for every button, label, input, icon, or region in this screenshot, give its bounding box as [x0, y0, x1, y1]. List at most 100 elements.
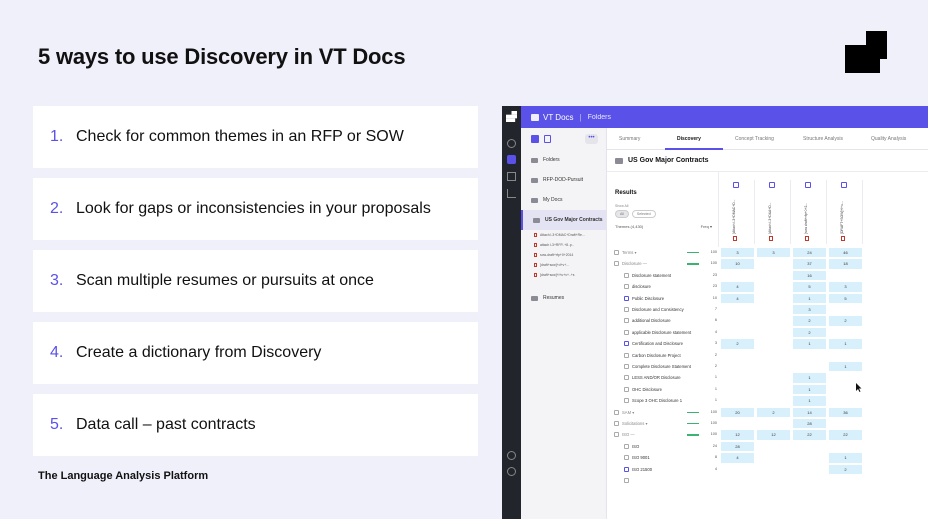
- theme-checkbox[interactable]: [614, 409, 619, 415]
- table-row[interactable]: ISO ― 100 12 12 22 22: [607, 429, 928, 440]
- home-icon[interactable]: [507, 139, 516, 148]
- folder-icon[interactable]: [507, 155, 516, 164]
- theme-checkbox[interactable]: [624, 352, 629, 358]
- occurrence-cell[interactable]: 2: [829, 464, 862, 474]
- table-row[interactable]: Carbon Disclosure Project 2: [607, 350, 928, 361]
- theme-checkbox[interactable]: [624, 284, 629, 290]
- document-checkbox[interactable]: [805, 182, 811, 188]
- occurrence-cell[interactable]: 1: [829, 339, 862, 349]
- occurrence-cell[interactable]: 20: [721, 407, 754, 417]
- table-row[interactable]: ISO 24 28: [607, 441, 928, 452]
- occurrence-cell[interactable]: 3: [829, 282, 862, 292]
- theme-checkbox[interactable]: [624, 295, 629, 301]
- theme-checkbox[interactable]: [624, 478, 629, 483]
- new-document-icon[interactable]: [544, 135, 551, 143]
- filter-selected-button[interactable]: Selected: [631, 210, 656, 218]
- theme-checkbox[interactable]: [624, 443, 629, 449]
- occurrence-cell[interactable]: 1: [829, 453, 862, 463]
- document-checkbox[interactable]: [841, 182, 847, 188]
- tab-discovery[interactable]: Discovery: [665, 128, 723, 150]
- theme-checkbox[interactable]: [614, 250, 619, 255]
- theme-checkbox[interactable]: [624, 398, 629, 404]
- sidebar-item-folders[interactable]: Folders: [521, 150, 606, 170]
- more-options-button[interactable]: •••: [585, 134, 598, 144]
- occurrence-cell[interactable]: 4: [721, 453, 754, 463]
- document-checkbox[interactable]: [769, 182, 775, 188]
- theme-checkbox[interactable]: [614, 421, 619, 426]
- table-row[interactable]: Public Disclosure 10 4 1 5: [607, 293, 928, 304]
- theme-checkbox[interactable]: [624, 455, 629, 461]
- occurrence-cell[interactable]: 5: [793, 282, 826, 292]
- tab-summary[interactable]: Summary: [607, 128, 665, 150]
- occurrence-cell[interactable]: 2: [793, 327, 826, 338]
- theme-checkbox[interactable]: [624, 466, 629, 472]
- table-row[interactable]: Solicitations ▾ 100 28: [607, 418, 928, 429]
- document-checkbox[interactable]: [733, 182, 739, 188]
- occurrence-cell[interactable]: 2: [793, 316, 826, 326]
- occurrence-cell[interactable]: 5: [829, 293, 862, 303]
- occurrence-cell[interactable]: 3: [757, 248, 790, 258]
- table-row[interactable]: LESS AND/OR Disclosure 1 1: [607, 372, 928, 383]
- table-row[interactable]: Complete Disclosure Statement 2 1: [607, 361, 928, 372]
- occurrence-cell[interactable]: 10: [721, 259, 754, 269]
- sidebar-item-rfp-dod-pursuit[interactable]: RFP-DOD-Pursuit: [521, 170, 606, 190]
- occurrence-cell[interactable]: 3: [793, 305, 826, 315]
- theme-checkbox[interactable]: [614, 261, 619, 267]
- occurrence-cell[interactable]: 1: [829, 362, 862, 372]
- file-item[interactable]: [draft+sow]+l+u+v+..+s: [521, 270, 606, 280]
- occurrence-cell[interactable]: 37: [793, 259, 826, 269]
- occurrence-cell[interactable]: 24: [793, 248, 826, 258]
- occurrence-cell[interactable]: 1: [793, 396, 826, 406]
- theme-checkbox[interactable]: [624, 272, 629, 278]
- occurrence-cell[interactable]: 1: [793, 384, 826, 395]
- occurrence-cell[interactable]: 14: [793, 407, 826, 417]
- occurrence-cell[interactable]: 1: [793, 339, 826, 349]
- table-row[interactable]: [607, 475, 928, 486]
- occurrence-cell[interactable]: 1: [793, 293, 826, 303]
- occurrence-cell[interactable]: 12: [721, 430, 754, 440]
- table-row[interactable]: Disclosure ― 100 10 37 18: [607, 258, 928, 269]
- theme-checkbox[interactable]: [624, 341, 629, 347]
- topbar-section[interactable]: Folders: [588, 114, 611, 121]
- table-row[interactable]: Disclosure and Consistency 7 3: [607, 304, 928, 315]
- table-row[interactable]: OHC Disclosure 1 1: [607, 384, 928, 395]
- occurrence-cell[interactable]: 2: [721, 339, 754, 349]
- occurrence-cell[interactable]: 28: [793, 419, 826, 429]
- table-row[interactable]: applicable Disclosure statement 4 2: [607, 327, 928, 338]
- file-item[interactable]: sow-draft+rfp+0+2014: [521, 250, 606, 260]
- occurrence-cell[interactable]: 12: [757, 430, 790, 440]
- table-row[interactable]: Disclosure statement 23 16: [607, 270, 928, 281]
- occurrence-cell[interactable]: 36: [829, 407, 862, 417]
- filter-all-button[interactable]: All: [615, 210, 629, 218]
- occurrence-cell[interactable]: 28: [721, 441, 754, 452]
- theme-checkbox[interactable]: [624, 386, 629, 392]
- occurrence-cell[interactable]: 4: [721, 293, 754, 303]
- app-brand[interactable]: VT Docs: [543, 113, 574, 122]
- occurrence-cell[interactable]: 18: [829, 259, 862, 269]
- tab-structure-analysis[interactable]: Structure Analysis: [791, 128, 859, 150]
- theme-checkbox[interactable]: [624, 375, 629, 381]
- table-row[interactable]: Scope 3 OHC Disclosure 1 1 1: [607, 395, 928, 406]
- settings-icon[interactable]: [507, 467, 516, 476]
- table-row[interactable]: ISO 21500 4 2: [607, 464, 928, 475]
- table-row[interactable]: ISO 9001 8 4 1: [607, 452, 928, 463]
- themes-column-header[interactable]: Themes (4,430): [615, 224, 643, 229]
- occurrence-cell[interactable]: 22: [829, 430, 862, 440]
- file-item[interactable]: [draft+sow]+d+v+...: [521, 260, 606, 270]
- theme-checkbox[interactable]: [624, 364, 629, 369]
- theme-checkbox[interactable]: [624, 329, 629, 335]
- sidebar-item-resumes[interactable]: Resumes: [521, 288, 606, 308]
- occurrence-cell[interactable]: 22: [793, 430, 826, 440]
- file-item[interactable]: attach l-3+RFP..+8..p..: [521, 240, 606, 250]
- occurrence-cell[interactable]: 16: [793, 270, 826, 281]
- document-icon[interactable]: [507, 172, 516, 181]
- theme-checkbox[interactable]: [614, 432, 619, 438]
- file-item[interactable]: Attach l-3+DMAC+Draft+Re...: [521, 230, 606, 240]
- new-folder-icon[interactable]: [531, 135, 539, 143]
- occurrence-cell[interactable]: 3: [721, 248, 754, 258]
- table-row[interactable]: additional Disclosure 6 2 2: [607, 315, 928, 326]
- occurrence-cell[interactable]: 46: [829, 248, 862, 258]
- occurrence-cell[interactable]: 2: [829, 316, 862, 326]
- tab-concept-tracking[interactable]: Concept Tracking: [723, 128, 791, 150]
- occurrence-cell[interactable]: 1: [793, 373, 826, 383]
